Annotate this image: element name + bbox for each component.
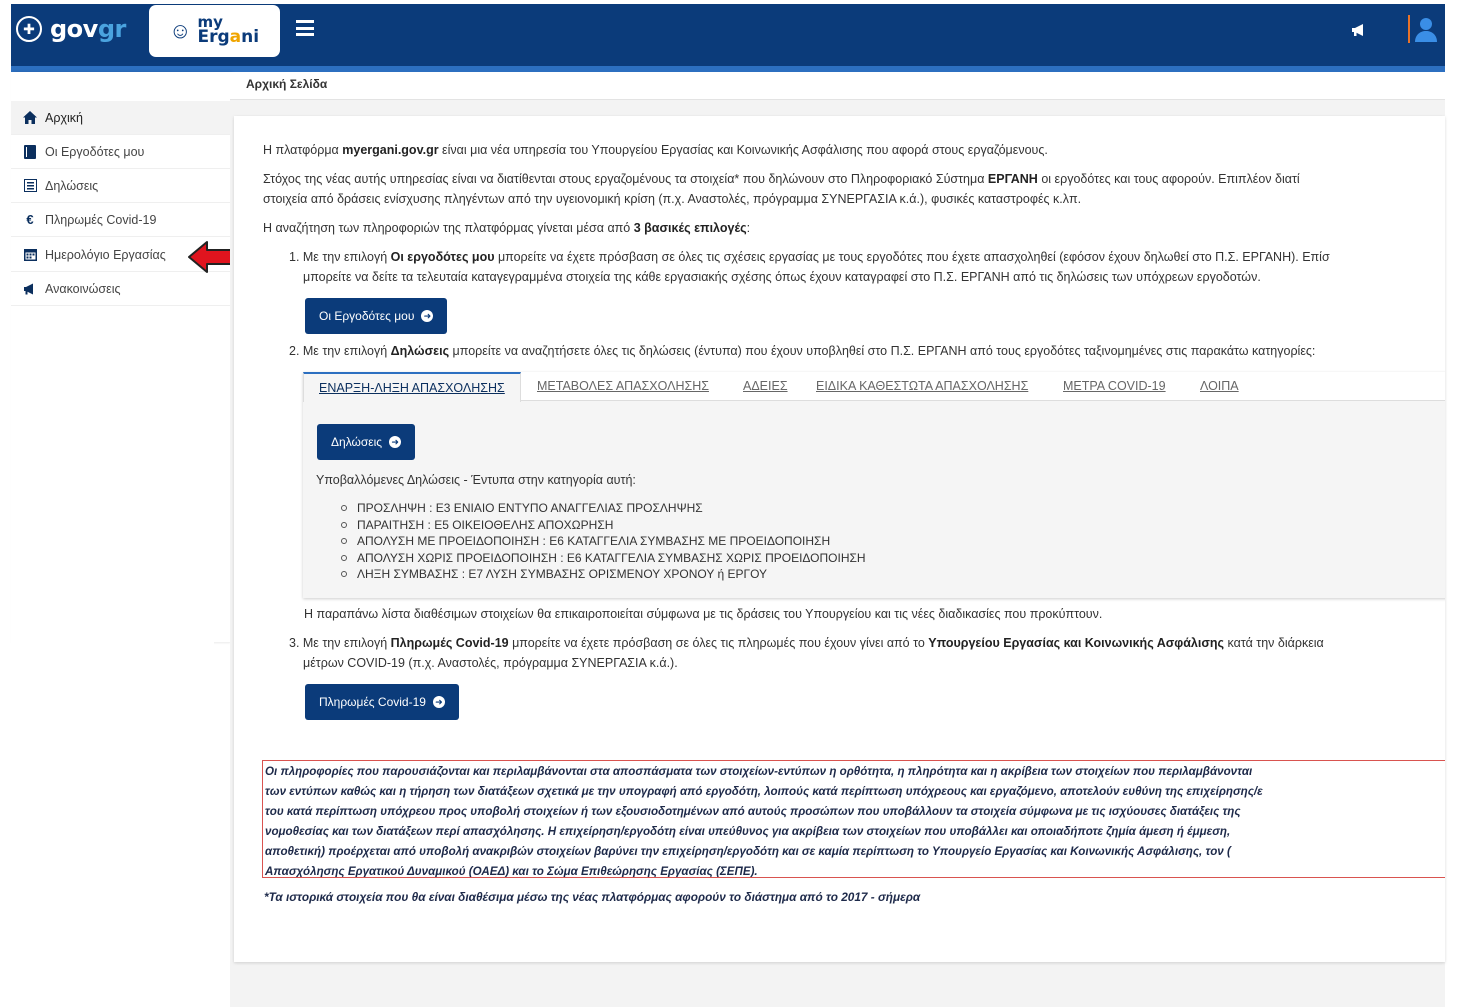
goal-text-line2: στοιχεία από δράσεις ενίσχυσης πληγέντων… [263,192,1082,206]
list-item: ΑΠΟΛΥΣΗ ΜΕ ΠΡΟΕΙΔΟΠΟΙΗΣΗ : Ε6 ΚΑΤΑΓΓΕΛΙΑ… [341,533,866,550]
ergani-face-icon: ☺ [169,18,192,43]
intro-text: Η πλατφόρμα myergani.gov.gr είναι μια νέ… [263,143,1048,157]
megaphone-icon [23,282,37,296]
option3-text-line2: μέτρων COVID-19 (π.χ. Αναστολές, πρόγραμ… [303,656,678,670]
arrow-right-circle-icon: ➜ [389,436,402,448]
breadcrumb-bar: Αρχική Σελίδα [230,72,1445,100]
breadcrumb: Αρχική Σελίδα [246,77,328,91]
list-item: ΠΡΟΣΛΗΨΗ : Ε3 ΕΝΙΑΙΟ ΕΝΤΥΠΟ ΑΝΑΓΓΕΛΙΑΣ Π… [341,500,866,517]
user-profile-icon[interactable] [1413,16,1439,42]
covid-payments-button[interactable]: Πληρωμές Covid-19 ➜ [305,684,459,720]
user-divider [1408,15,1410,43]
sidebar-item-declarations[interactable]: Δηλώσεις [11,169,230,203]
book-icon [23,144,37,159]
tab-covid-measures[interactable]: ΜΕΤΡΑ COVID-19 [1063,379,1166,393]
historical-data-footnote: *Τα ιστορικά στοιχεία που θα είναι διαθέ… [264,890,921,904]
sidebar-item-covid-payments[interactable]: € Πληρωμές Covid-19 [11,203,230,237]
arrow-right-circle-icon: ➜ [421,310,434,322]
list-update-note: Η παραπάνω λίστα διαθέσιμων στοιχείων θα… [304,607,1103,621]
option2-text: 2. Με την επιλογή Δηλώσεις μπορείτε να α… [289,344,1316,358]
sidebar-item-home[interactable]: Αρχική [11,101,230,135]
forms-list: ΠΡΟΣΛΗΨΗ : Ε3 ΕΝΙΑΙΟ ΕΝΤΥΠΟ ΑΝΑΓΓΕΛΙΑΣ Π… [341,500,866,583]
list-icon [23,179,37,193]
euro-icon: € [26,212,34,227]
tab-start-end-employment[interactable]: ΕΝΑΡΞΗ-ΛΗΞΗ ΑΠΑΣΧΟΛΗΣΗΣ [303,372,521,402]
gov-gr-logo[interactable]: ✚ govgr [16,15,126,43]
tab-leaves[interactable]: ΑΔΕΙΕΣ [743,379,788,393]
declaration-categories-panel: ΕΝΑΡΞΗ-ΛΗΞΗ ΑΠΑΣΧΟΛΗΣΗΣ ΜΕΤΑΒΟΛΕΣ ΑΠΑΣΧΟ… [303,372,1445,598]
calendar-icon [23,248,37,262]
option1-text: 1. Με την επιλογή Οι εργοδότες μου μπορε… [289,250,1330,264]
my-employers-button[interactable]: Οι Εργοδότες μου ➜ [305,298,448,334]
list-item: ΛΗΞΗ ΣΥΜΒΑΣΗΣ : Ε7 ΛΥΣΗ ΣΥΜΒΑΣΗΣ ΟΡΙΣΜΕΝ… [341,566,866,583]
myergani-logo[interactable]: ☺ my Ergani [149,5,280,57]
sidebar-lower-area [11,642,214,1007]
declarations-button[interactable]: Δηλώσεις ➜ [317,424,416,460]
hamburger-menu-icon[interactable] [296,20,314,36]
option1-text-line2: μπορείτε να δείτε τα τελευταία καταγεγρα… [303,270,1261,284]
goal-text: Στόχος της νέας αυτής υπηρεσίας είναι να… [263,172,1300,186]
sidebar-item-employers[interactable]: Οι Εργοδότες μου [11,135,230,169]
tab-employment-changes[interactable]: ΜΕΤΑΒΟΛΕΣ ΑΠΑΣΧΟΛΗΣΗΣ [537,379,709,393]
list-item: ΑΠΟΛΥΣΗ ΧΩΡΙΣ ΠΡΟΕΙΔΟΠΟΙΗΣΗ : Ε6 ΚΑΤΑΓΓΕ… [341,550,866,567]
sidebar: Αρχική Οι Εργοδότες μου Δηλώσεις € Πληρω… [11,72,230,642]
option3-text: 3. Με την επιλογή Πληρωμές Covid-19 μπορ… [289,636,1324,650]
submitted-forms-label: Υποβαλλόμενες Δηλώσεις - Έντυπα στην κατ… [316,473,636,487]
home-icon [23,111,37,125]
search-text: Η αναζήτηση των πληροφοριών της πλατφόρμ… [263,221,751,235]
sidebar-item-announcements[interactable]: Ανακοινώσεις [11,272,230,306]
tab-special-regimes[interactable]: ΕΙΔΙΚΑ ΚΑΘΕΣΤΩΤΑ ΑΠΑΣΧΟΛΗΣΗΣ [816,379,1028,393]
greek-emblem-icon: ✚ [16,16,42,42]
home-content-card: Η πλατφόρμα myergani.gov.gr είναι μια νέ… [234,116,1445,962]
disclaimer-box: Οι πληροφορίες που παρουσιάζονται και πε… [262,760,1445,878]
list-item: ΠΑΡΑΙΤΗΣΗ : Ε5 ΟΙΚΕΙΟΘΕΛΗΣ ΑΠΟΧΩΡΗΣΗ [341,517,866,534]
tab-other[interactable]: ΛΟΙΠΑ [1200,379,1239,393]
announcements-megaphone-icon[interactable] [1350,22,1368,43]
arrow-right-circle-icon: ➜ [432,696,445,708]
